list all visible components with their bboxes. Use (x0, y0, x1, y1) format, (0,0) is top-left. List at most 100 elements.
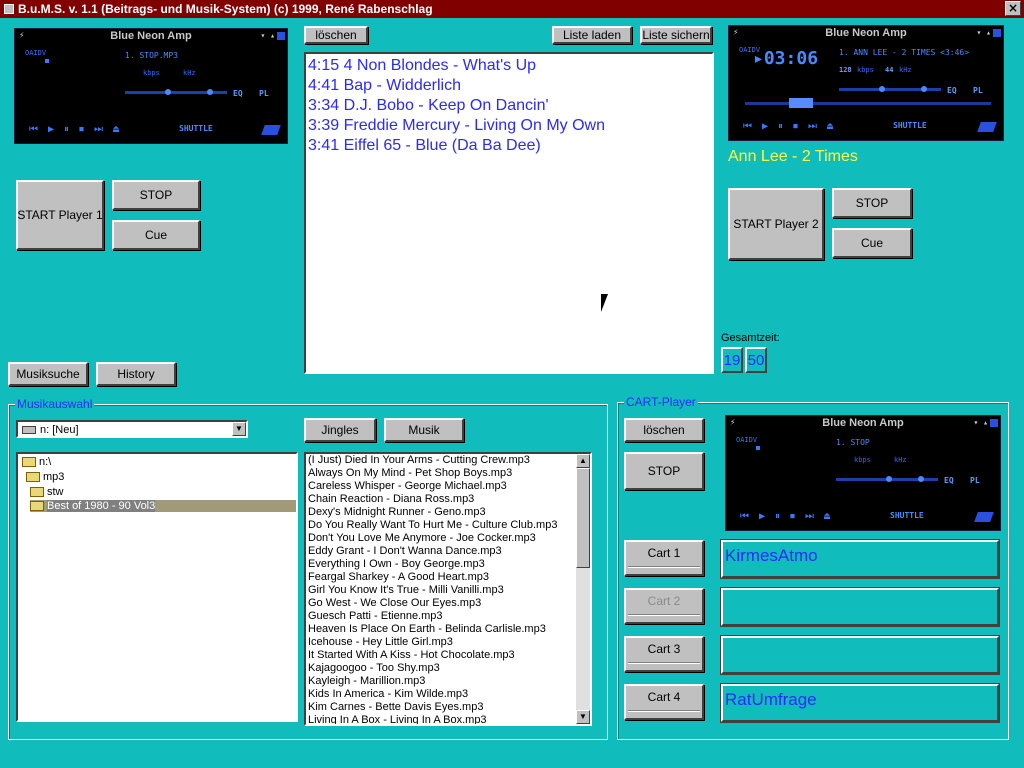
player1-stop-button[interactable]: STOP (112, 180, 200, 210)
shuffle-button[interactable]: SHUTTLE (893, 121, 927, 130)
volume-knob[interactable] (165, 89, 171, 95)
cart1-button[interactable]: Cart 1 (624, 540, 704, 576)
player2-stop-button[interactable]: STOP (832, 188, 912, 218)
file-item[interactable]: Eddy Grant - I Don't Wanna Dance.mp3 (308, 545, 590, 558)
chevron-down-icon[interactable]: ▼ (232, 422, 246, 436)
file-item[interactable]: Feargal Sharkey - A Good Heart.mp3 (308, 571, 590, 584)
file-item[interactable]: Kayleigh - Marillion.mp3 (308, 675, 590, 688)
balance-knob[interactable] (918, 476, 924, 482)
pause-icon[interactable]: ⏸ (64, 124, 69, 135)
file-item[interactable]: Girl You Know It's True - Milli Vanilli.… (308, 584, 590, 597)
amp-khz-label: kHz (894, 456, 907, 464)
pause-icon[interactable]: ⏸ (775, 511, 780, 522)
play-icon[interactable]: ▶ (762, 121, 768, 132)
cart-stop-button[interactable]: STOP (624, 452, 704, 490)
pl-button[interactable]: PL (970, 476, 980, 485)
playlist-item[interactable]: 4:41 Bap - Widderlich (308, 76, 710, 96)
playlist-item[interactable]: 3:34 D.J. Bobo - Keep On Dancin' (308, 96, 710, 116)
file-item[interactable]: Kajagoogoo - Too Shy.mp3 (308, 662, 590, 675)
window-controls-icon[interactable]: ▾ ▴ (977, 28, 1001, 37)
eq-button[interactable]: EQ (944, 476, 954, 485)
eq-button[interactable]: EQ (233, 89, 243, 98)
file-item[interactable]: Kim Carnes - Bette Davis Eyes.mp3 (308, 701, 590, 714)
file-item[interactable]: Guesch Patti - Etienne.mp3 (308, 610, 590, 623)
stop-icon[interactable]: ⏹ (793, 121, 798, 132)
seek-bar[interactable] (745, 102, 991, 105)
eject-icon[interactable]: ⏏ (827, 121, 833, 132)
tree-node-selected[interactable]: Best of 1980 - 90 Vol3 (30, 500, 296, 512)
cart2-button[interactable]: Cart 2 (624, 588, 704, 624)
eject-icon[interactable]: ⏏ (113, 124, 119, 135)
history-button[interactable]: History (96, 362, 176, 386)
previous-icon[interactable]: ⏮ (740, 511, 749, 522)
file-item[interactable]: Do You Really Want To Hurt Me - Culture … (308, 519, 590, 532)
window-controls-icon[interactable]: ▾ ▴ (261, 31, 285, 40)
cart3-button[interactable]: Cart 3 (624, 636, 704, 672)
file-item[interactable]: Dexy's Midnight Runner - Geno.mp3 (308, 506, 590, 519)
file-item[interactable]: (I Just) Died In Your Arms - Cutting Cre… (308, 454, 590, 467)
cart4-button[interactable]: Cart 4 (624, 684, 704, 720)
shuffle-button[interactable]: SHUTTLE (890, 511, 924, 520)
file-item[interactable]: Always On My Mind - Pet Shop Boys.mp3 (308, 467, 590, 480)
volume-knob[interactable] (886, 476, 892, 482)
playlist-save-button[interactable]: Liste sichern (640, 26, 712, 44)
balance-knob[interactable] (921, 86, 927, 92)
playlist-item[interactable]: 3:39 Freddie Mercury - Living On My Own (308, 116, 710, 136)
volume-knob[interactable] (879, 86, 885, 92)
previous-icon[interactable]: ⏮ (743, 121, 752, 132)
stop-icon[interactable]: ⏹ (79, 124, 84, 135)
start-player2-button[interactable]: START Player 2 (728, 188, 824, 260)
file-item[interactable]: Don't You Love Me Anymore - Joe Cocker.m… (308, 532, 590, 545)
cart-clear-button[interactable]: löschen (624, 418, 704, 442)
start-player1-button[interactable]: START Player 1 (16, 180, 104, 250)
file-item[interactable]: It Started With A Kiss - Hot Chocolate.m… (308, 649, 590, 662)
previous-icon[interactable]: ⏮ (29, 124, 38, 135)
file-item[interactable]: Heaven Is Place On Earth - Belinda Carli… (308, 623, 590, 636)
scroll-thumb[interactable] (576, 468, 590, 568)
balance-knob[interactable] (207, 89, 213, 95)
file-item[interactable]: Living In A Box - Living In A Box.mp3 (308, 714, 590, 724)
playlist-item[interactable]: 4:15 4 Non Blondes - What's Up (308, 56, 710, 76)
playlist-item[interactable]: 3:41 Eiffel 65 - Blue (Da Ba Dee) (308, 136, 710, 156)
window-controls-icon[interactable]: ▾ ▴ (974, 418, 998, 427)
next-icon[interactable]: ⏭ (808, 121, 817, 132)
file-item[interactable]: Everything I Own - Boy George.mp3 (308, 558, 590, 571)
playlist-box[interactable]: 4:15 4 Non Blondes - What's Up 4:41 Bap … (304, 52, 714, 374)
file-item[interactable]: Icehouse - Hey Little Girl.mp3 (308, 636, 590, 649)
folder-tree[interactable]: n:\ mp3 stw Best of 1980 - 90 Vol3 (16, 452, 298, 722)
eq-button[interactable]: EQ (947, 86, 957, 95)
close-icon[interactable]: × (1005, 1, 1021, 16)
player1-cue-button[interactable]: Cue (112, 220, 200, 250)
eject-icon[interactable]: ⏏ (824, 511, 830, 522)
drive-select[interactable]: n: [Neu] ▼ (16, 420, 248, 438)
shuffle-button[interactable]: SHUTTLE (179, 124, 213, 133)
cart4-content: RatUmfrage (720, 683, 1000, 723)
play-icon[interactable]: ▶ (48, 124, 54, 135)
pause-icon[interactable]: ⏸ (778, 121, 783, 132)
file-item[interactable]: Go West - We Close Our Eyes.mp3 (308, 597, 590, 610)
scroll-up-icon[interactable]: ▲ (576, 454, 590, 468)
tree-node[interactable]: n:\ (22, 456, 51, 468)
file-item[interactable]: Chain Reaction - Diana Ross.mp3 (308, 493, 590, 506)
stop-icon[interactable]: ⏹ (790, 511, 795, 522)
playlist-clear-button[interactable]: löschen (304, 26, 368, 44)
scroll-down-icon[interactable]: ▼ (576, 710, 590, 724)
play-icon[interactable]: ▶ (759, 511, 765, 522)
next-icon[interactable]: ⏭ (94, 124, 103, 135)
file-item[interactable]: Kids In America - Kim Wilde.mp3 (308, 688, 590, 701)
musiksuche-button[interactable]: Musiksuche (8, 362, 88, 386)
tree-node[interactable]: stw (30, 486, 64, 498)
amp-sidebar-label: OAIDV (739, 46, 761, 54)
next-icon[interactable]: ⏭ (805, 511, 814, 522)
pl-button[interactable]: PL (973, 86, 983, 95)
jingles-button[interactable]: Jingles (304, 418, 376, 442)
player2-cue-button[interactable]: Cue (832, 228, 912, 258)
tree-node[interactable]: mp3 (26, 471, 64, 483)
playlist-load-button[interactable]: Liste laden (552, 26, 632, 44)
seek-thumb[interactable] (789, 98, 813, 108)
file-list-scrollbar[interactable]: ▲ ▼ (576, 454, 590, 724)
pl-button[interactable]: PL (259, 89, 269, 98)
file-item[interactable]: Careless Whisper - George Michael.mp3 (308, 480, 590, 493)
file-list[interactable]: (I Just) Died In Your Arms - Cutting Cre… (304, 452, 592, 726)
musik-button[interactable]: Musik (384, 418, 464, 442)
